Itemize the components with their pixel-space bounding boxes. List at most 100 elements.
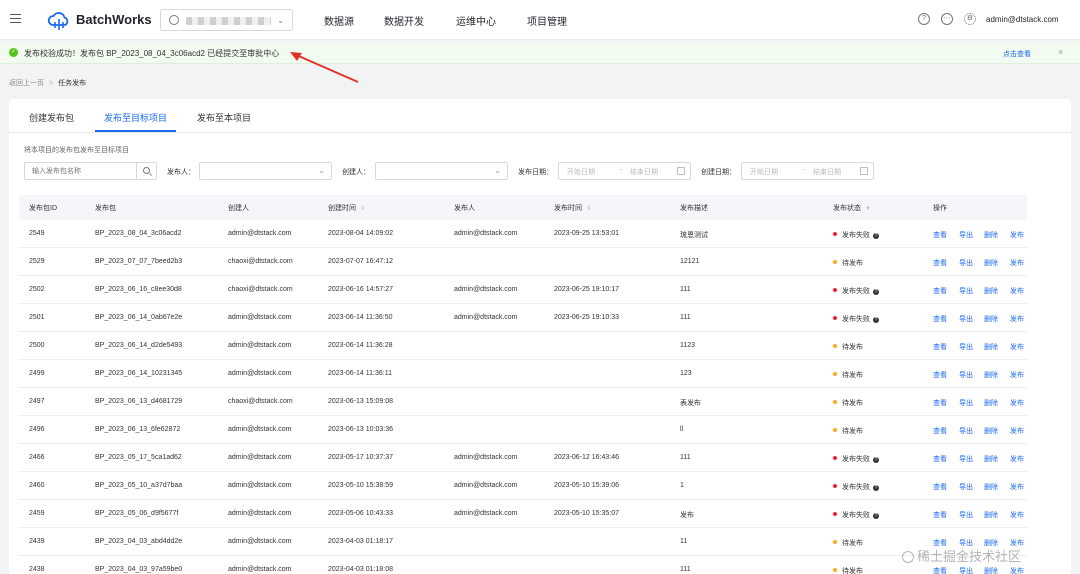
delete-button[interactable]: 删除 xyxy=(984,398,998,408)
nav-data-dev[interactable]: 数据开发 xyxy=(384,13,424,28)
question-circle-icon[interactable]: ? xyxy=(873,233,879,239)
export-button[interactable]: 导出 xyxy=(959,342,973,352)
view-button[interactable]: 查看 xyxy=(933,314,947,324)
delete-button[interactable]: 删除 xyxy=(984,566,998,574)
project-select[interactable]: ⌄ xyxy=(160,9,293,31)
view-button[interactable]: 查看 xyxy=(933,566,947,574)
question-circle-icon[interactable]: ? xyxy=(873,317,879,323)
creator-select[interactable]: ⌄ xyxy=(375,162,508,180)
close-icon[interactable]: × xyxy=(1058,47,1063,57)
status-dot-icon xyxy=(833,428,837,432)
status-text: 待发布 xyxy=(842,540,863,547)
view-button[interactable]: 查看 xyxy=(933,342,947,352)
export-button[interactable]: 导出 xyxy=(959,454,973,464)
tab-create-package[interactable]: 创建发布包 xyxy=(29,111,74,124)
publish-button[interactable]: 发布 xyxy=(1010,398,1024,408)
col-publish-time[interactable]: 发布时间 ⇕ xyxy=(554,203,591,213)
cell-created-time: 2023-06-14 11:36:50 xyxy=(328,314,393,321)
delete-button[interactable]: 删除 xyxy=(984,510,998,520)
publish-button[interactable]: 发布 xyxy=(1010,258,1024,268)
cell-package: BP_2023_05_06_d9f5677f xyxy=(95,510,179,517)
view-button[interactable]: 查看 xyxy=(933,454,947,464)
status-text: 发布失败 xyxy=(842,316,870,323)
success-alert: ✓ 发布校验成功！发布包 BP_2023_08_04_3c06acd2 已经提交… xyxy=(0,42,1080,64)
export-button[interactable]: 导出 xyxy=(959,510,973,520)
publish-button[interactable]: 发布 xyxy=(1010,370,1024,380)
delete-button[interactable]: 删除 xyxy=(984,230,998,240)
question-circle-icon[interactable]: ? xyxy=(873,485,879,491)
question-circle-icon[interactable]: ? xyxy=(873,513,879,519)
user-email[interactable]: admin@dtstack.com xyxy=(986,15,1059,24)
publish-button[interactable]: 发布 xyxy=(1010,342,1024,352)
publish-button[interactable]: 发布 xyxy=(1010,482,1024,492)
export-button[interactable]: 导出 xyxy=(959,566,973,574)
delete-button[interactable]: 删除 xyxy=(984,286,998,296)
cell-creator: chaoxi@dtstack.com xyxy=(228,398,293,405)
status-text: 待发布 xyxy=(842,260,863,267)
col-status[interactable]: 发布状态 ▼ xyxy=(833,203,871,213)
table-row: 2466 BP_2023_05_17_5ca1ad62 admin@dtstack.… xyxy=(19,444,1027,472)
filter-icon[interactable]: ▼ xyxy=(865,206,871,212)
question-circle-icon[interactable]: ? xyxy=(873,289,879,295)
sort-icon[interactable]: ⇕ xyxy=(586,206,591,212)
view-button[interactable]: 查看 xyxy=(933,426,947,436)
col-package-id: 发布包ID xyxy=(29,205,57,212)
search-icon[interactable] xyxy=(136,163,156,179)
create-date-range[interactable]: 开始日期 → 结束日期 xyxy=(741,162,874,180)
cell-package: BP_2023_06_14_10231345 xyxy=(95,370,183,377)
publish-button[interactable]: 发布 xyxy=(1010,566,1024,574)
col-publish-time-label: 发布时间 xyxy=(554,205,582,212)
delete-button[interactable]: 删除 xyxy=(984,482,998,492)
tab-publish-target[interactable]: 发布至目标项目 xyxy=(104,111,167,124)
publish-button[interactable]: 发布 xyxy=(1010,286,1024,296)
export-button[interactable]: 导出 xyxy=(959,482,973,492)
publish-button[interactable]: 发布 xyxy=(1010,314,1024,324)
nav-ops-center[interactable]: 运维中心 xyxy=(456,13,496,28)
delete-button[interactable]: 删除 xyxy=(984,342,998,352)
export-button[interactable]: 导出 xyxy=(959,370,973,380)
status-dot-icon xyxy=(833,232,837,236)
view-button[interactable]: 查看 xyxy=(933,230,947,240)
view-button[interactable]: 查看 xyxy=(933,370,947,380)
publish-button[interactable]: 发布 xyxy=(1010,454,1024,464)
package-search-input[interactable] xyxy=(25,163,137,179)
message-icon[interactable]: ⋯ xyxy=(941,13,953,25)
nav-datasource[interactable]: 数据源 xyxy=(324,13,354,28)
publish-button[interactable]: 发布 xyxy=(1010,230,1024,240)
delete-button[interactable]: 删除 xyxy=(984,258,998,268)
export-button[interactable]: 导出 xyxy=(959,398,973,408)
view-link[interactable]: 点击查看 xyxy=(1003,49,1031,59)
question-circle-icon[interactable]: ? xyxy=(873,457,879,463)
view-button[interactable]: 查看 xyxy=(933,510,947,520)
export-button[interactable]: 导出 xyxy=(959,314,973,324)
view-button[interactable]: 查看 xyxy=(933,258,947,268)
cell-package-id: 2499 xyxy=(29,370,45,377)
publish-button[interactable]: 发布 xyxy=(1010,426,1024,436)
publish-date-range[interactable]: 开始日期 → 结束日期 xyxy=(558,162,691,180)
nav-project-mgmt[interactable]: 项目管理 xyxy=(527,13,567,28)
cell-publisher: admin@dtstack.com xyxy=(454,482,518,489)
status-badge: 发布失败? xyxy=(833,482,879,492)
export-button[interactable]: 导出 xyxy=(959,286,973,296)
menu-toggle-icon[interactable] xyxy=(10,14,21,24)
back-link[interactable]: 返回上一页 xyxy=(9,80,44,87)
help-icon[interactable]: ? xyxy=(918,13,930,25)
delete-button[interactable]: 删除 xyxy=(984,370,998,380)
cell-publisher: admin@dtstack.com xyxy=(454,286,518,293)
delete-button[interactable]: 删除 xyxy=(984,454,998,464)
export-button[interactable]: 导出 xyxy=(959,258,973,268)
settings-icon[interactable]: ⚙ xyxy=(964,13,976,25)
export-button[interactable]: 导出 xyxy=(959,230,973,240)
publish-button[interactable]: 发布 xyxy=(1010,510,1024,520)
col-created-time[interactable]: 创建时间 ⇕ xyxy=(328,203,365,213)
export-button[interactable]: 导出 xyxy=(959,426,973,436)
view-button[interactable]: 查看 xyxy=(933,398,947,408)
view-button[interactable]: 查看 xyxy=(933,286,947,296)
cell-package: BP_2023_04_03_97a59be0 xyxy=(95,566,183,573)
view-button[interactable]: 查看 xyxy=(933,482,947,492)
delete-button[interactable]: 删除 xyxy=(984,314,998,324)
sort-icon[interactable]: ⇕ xyxy=(360,206,365,212)
publisher-select[interactable]: ⌄ xyxy=(199,162,332,180)
delete-button[interactable]: 删除 xyxy=(984,426,998,436)
tab-publish-self[interactable]: 发布至本项目 xyxy=(197,111,251,124)
